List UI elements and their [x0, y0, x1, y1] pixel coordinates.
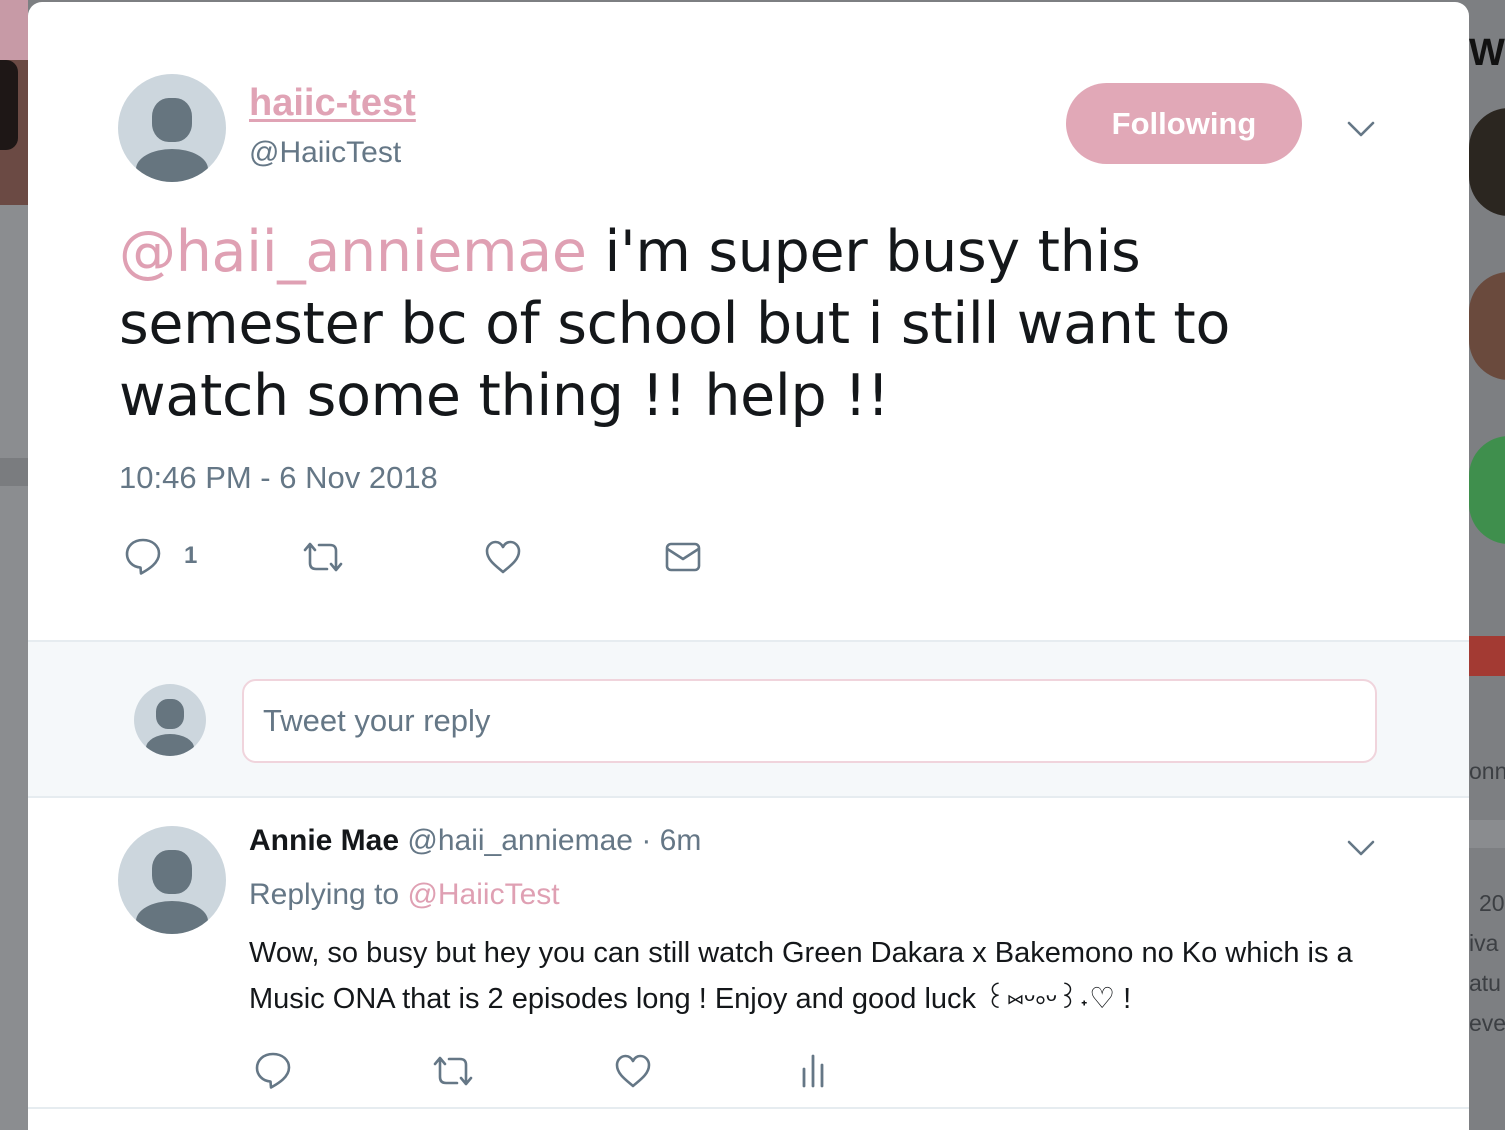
- author-handle: @HaiicTest: [249, 136, 402, 169]
- sidebar-text-fragment: 20: [1479, 890, 1505, 916]
- speech-bubble-icon: [255, 1052, 291, 1089]
- background-left-column: [0, 0, 28, 1130]
- sidebar-text-fragment: atu: [1469, 970, 1501, 996]
- tweet-modal: haiic-test @HaiicTest Following @haii_an…: [28, 2, 1469, 1130]
- chevron-down-icon[interactable]: [1347, 120, 1375, 138]
- background-header-image: [0, 0, 28, 205]
- avatar-head: [152, 98, 192, 142]
- reply-action[interactable]: 1: [124, 537, 197, 575]
- reply-author-name[interactable]: Annie Mae: [249, 824, 399, 857]
- analytics-bars-icon: [802, 1054, 824, 1088]
- reply-input[interactable]: Tweet your reply: [242, 679, 1377, 763]
- heart-icon: [485, 540, 521, 574]
- sidebar-divider: [1469, 820, 1505, 848]
- retweet-action[interactable]: [300, 539, 346, 575]
- like-action[interactable]: [614, 1053, 652, 1089]
- reply-composer: Tweet your reply: [28, 640, 1469, 798]
- sidebar-text-fragment: onn: [1469, 758, 1505, 784]
- analytics-action[interactable]: [798, 1052, 828, 1088]
- avatar-head: [152, 850, 192, 894]
- divider: [28, 1107, 1469, 1109]
- replying-to-link[interactable]: @HaiicTest: [407, 878, 559, 911]
- sidebar-text-fragment: iva: [1469, 930, 1499, 956]
- reply-author-avatar[interactable]: [118, 826, 226, 934]
- chevron-down-icon[interactable]: [1347, 839, 1375, 857]
- author-name-link[interactable]: haiic-test: [249, 82, 416, 125]
- envelope-icon: [665, 542, 701, 572]
- like-action[interactable]: [484, 539, 522, 575]
- avatar-body: [136, 149, 208, 182]
- speech-bubble-icon: [125, 538, 161, 575]
- sidebar-avatar: [1469, 272, 1505, 380]
- heart-icon: [615, 1054, 651, 1088]
- replying-to: Replying to @HaiicTest: [249, 878, 560, 912]
- direct-message-action[interactable]: [664, 540, 702, 574]
- following-button[interactable]: Following: [1066, 83, 1302, 164]
- background-divider: [0, 458, 28, 486]
- sidebar-heading-fragment: Wh: [1469, 32, 1505, 74]
- reply-header: Annie Mae @haii_anniemae · 6m: [249, 824, 701, 858]
- reply-text: Wow, so busy but hey you can still watch…: [249, 937, 1353, 1015]
- reply-action[interactable]: [254, 1051, 292, 1089]
- retweet-icon: [433, 1056, 473, 1086]
- avatar-head: [156, 699, 184, 729]
- retweet-icon: [303, 542, 343, 572]
- sidebar-text-fragment: eve: [1469, 1010, 1505, 1036]
- gmail-logo-fragment: [1469, 636, 1505, 676]
- tweet-timestamp[interactable]: 10:46 PM - 6 Nov 2018: [119, 460, 438, 496]
- background-right-sidebar: Wh onn 20 iva atu eve: [1469, 0, 1505, 1130]
- sidebar-avatar: [1469, 108, 1505, 216]
- tweet-text: @haii_anniemae i'm super busy this semes…: [119, 216, 1399, 432]
- author-avatar[interactable]: [118, 74, 226, 182]
- current-user-avatar: [134, 684, 206, 756]
- sidebar-avatar: [1469, 436, 1505, 544]
- retweet-action[interactable]: [430, 1053, 476, 1089]
- replying-to-label: Replying to: [249, 878, 408, 911]
- reply-time[interactable]: · 6m: [633, 824, 701, 857]
- reply-author-handle[interactable]: @haii_anniemae: [407, 824, 633, 857]
- avatar-body: [146, 734, 194, 756]
- reply-count: 1: [184, 542, 198, 569]
- avatar-body: [136, 901, 208, 934]
- mention-link[interactable]: @haii_anniemae: [119, 219, 587, 285]
